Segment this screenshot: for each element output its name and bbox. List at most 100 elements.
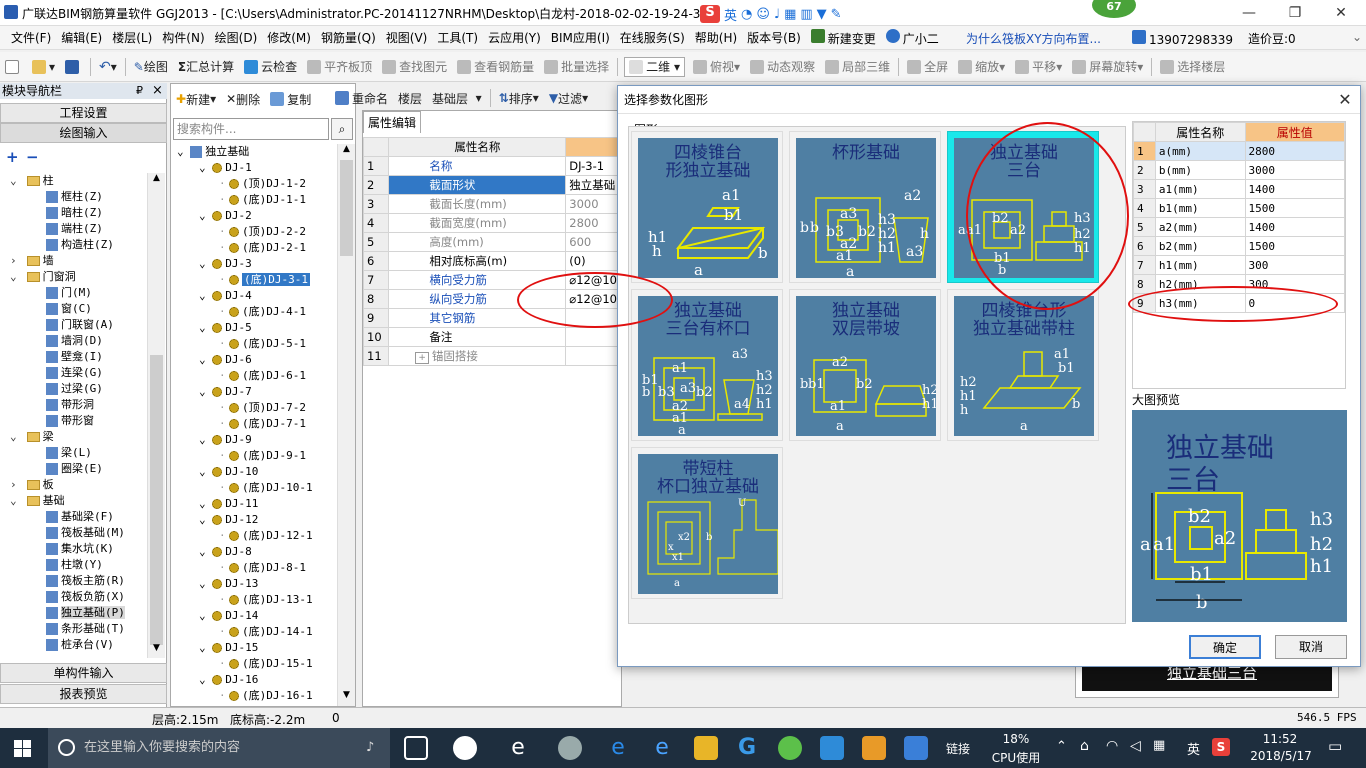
nav-item[interactable]: 带形洞 [46, 397, 94, 413]
select-floor-button[interactable]: 选择楼层 [1155, 58, 1230, 75]
shirt-icon[interactable]: ▼ [817, 7, 827, 22]
tree-item[interactable]: ⌄ DJ-11 [199, 496, 258, 512]
expand-icon[interactable]: ⌄ [10, 429, 20, 445]
nav-item[interactable]: 窗(C) [46, 301, 92, 317]
shape-option[interactable]: a1 b1 h1 h a b 四棱锥台 形独立基础 [631, 131, 783, 283]
delete-component-button[interactable]: ✕ 删除 [221, 91, 265, 108]
ime-language[interactable]: 英 [724, 5, 737, 24]
clock-time[interactable]: 11:52 [1250, 732, 1310, 746]
attr-value[interactable]: 3000 [1244, 160, 1346, 180]
shape-option[interactable]: Ux2 x x1 a b 带短柱 杯口独立基础 [631, 447, 783, 599]
menu-tools[interactable]: 工具(T) [432, 29, 483, 46]
tree-item[interactable]: · (底)DJ-16-1 [219, 688, 313, 704]
tree-item[interactable]: ⌄ DJ-10 [199, 464, 258, 480]
attr-row[interactable]: 4 b1(mm) 1500 [1133, 198, 1346, 218]
scroll-thumb[interactable] [340, 160, 353, 256]
tree-item[interactable]: ⌄ DJ-16 [199, 672, 258, 688]
nav-item[interactable]: 基础梁(F) [46, 509, 114, 525]
nav-item[interactable]: 条形基础(T) [46, 621, 125, 637]
collapse-icon[interactable]: ⌄ [199, 673, 206, 686]
tree-item[interactable]: ⌄ DJ-12 [199, 512, 258, 528]
nav-item[interactable]: 门联窗(A) [46, 317, 114, 333]
cost-position[interactable]: 造价豆:0 [1248, 30, 1296, 47]
attr-row[interactable]: 1 a(mm) 2800 [1133, 141, 1346, 161]
tree-root[interactable]: ⌄ 独立基础 [177, 144, 249, 160]
view-rebar-button[interactable]: 查看钢筋量 [452, 58, 539, 75]
tree-item[interactable]: · (底)DJ-13-1 [219, 592, 313, 608]
tree-item[interactable]: · (底)DJ-10-1 [219, 480, 313, 496]
sort-button[interactable]: ⇅ 排序 ▾ [494, 90, 544, 107]
ie-icon[interactable]: e [506, 736, 530, 760]
scroll-thumb[interactable] [150, 355, 163, 645]
nav-folder[interactable]: ⌄ 基础 [10, 493, 65, 509]
tree-item[interactable]: · (顶)DJ-1-2 [219, 176, 306, 192]
nav-item[interactable]: 带形窗 [46, 413, 94, 429]
nav-report-preview[interactable]: 报表预览 [0, 684, 167, 704]
pinwheel-app-icon[interactable] [453, 736, 477, 760]
copy-component-button[interactable]: 复制 [265, 91, 316, 108]
property-value[interactable]: 2800 [565, 213, 621, 233]
tree-item[interactable]: · (底)DJ-14-1 [219, 624, 313, 640]
tree-item[interactable]: · (底)DJ-2-1 [219, 240, 306, 256]
local-3d-button[interactable]: 局部三维 [820, 58, 895, 75]
rotate-button[interactable]: 屏幕旋转 ▾ [1067, 58, 1148, 75]
ie2-icon[interactable]: e [650, 736, 674, 760]
glodon-app-icon[interactable] [820, 736, 844, 760]
collapse-icon[interactable]: ⌄ [199, 609, 206, 622]
collapse-icon[interactable]: ⌄ [199, 289, 206, 302]
nav-item[interactable]: 墙洞(D) [46, 333, 103, 349]
mic-icon[interactable]: ♪ [366, 728, 374, 768]
batch-select-button[interactable]: 批量选择 [539, 58, 614, 75]
collapse-icon[interactable]: ⌄ [199, 545, 206, 558]
nav-item[interactable]: 连梁(G) [46, 365, 103, 381]
collapse-icon[interactable]: ⌄ [199, 465, 206, 478]
overlook-button[interactable]: 俯视 ▾ [688, 58, 745, 75]
scroll-down-icon[interactable]: ▼ [339, 690, 354, 704]
view-mode-select[interactable]: 二维 ▾ [624, 56, 686, 77]
open-button[interactable]: ▾ [27, 59, 60, 74]
menu-edit[interactable]: 编辑(E) [56, 29, 107, 46]
collapse-icon[interactable]: ⌄ [199, 433, 206, 446]
nav-item[interactable]: 门(M) [46, 285, 92, 301]
windows-start-icon[interactable] [14, 740, 31, 757]
nav-folder[interactable]: › 板 [10, 477, 54, 493]
nav-item[interactable]: 梁(L) [46, 445, 92, 461]
cancel-button[interactable]: 取消 [1275, 635, 1347, 659]
find-element-button[interactable]: 查找图元 [377, 58, 452, 75]
attr-value[interactable]: 1400 [1244, 179, 1346, 199]
tree-item[interactable]: · (顶)DJ-7-2 [219, 400, 306, 416]
edge-icon[interactable]: e [606, 736, 630, 760]
nav-item[interactable]: 筏板基础(M) [46, 525, 125, 541]
search-icon[interactable]: ⌕ [331, 118, 353, 140]
sogou-tray-icon[interactable]: S [1212, 738, 1230, 756]
nav-draw-input[interactable]: 绘图输入 [0, 123, 167, 143]
wrench-icon[interactable]: ✎ [831, 7, 842, 22]
maximize-button[interactable]: ❐ [1272, 0, 1318, 26]
collapse-icon[interactable]: ⌄ [199, 513, 206, 526]
property-value[interactable] [565, 346, 621, 366]
nav-item[interactable]: 独立基础(P) [46, 605, 125, 621]
shape-option[interactable]: a1 b1 h2 h1 h a b 四棱锥台形 独立基础带柱 [947, 289, 1099, 441]
fullscreen-button[interactable]: 全屏 [902, 58, 953, 75]
scroll-down-icon[interactable]: ▼ [149, 643, 164, 657]
tree-item[interactable]: ⌄ DJ-14 [199, 608, 258, 624]
property-row[interactable]: 10 备注 [362, 327, 621, 347]
attr-row[interactable]: 5 a2(mm) 1400 [1133, 217, 1346, 237]
speed-app-icon[interactable] [558, 736, 582, 760]
tree-item[interactable]: · (底)DJ-15-1 [219, 656, 313, 672]
taskbar-link-label[interactable]: 链接 [946, 740, 970, 757]
menu-component[interactable]: 构件(N) [157, 29, 209, 46]
attr-value[interactable]: 1500 [1244, 198, 1346, 218]
property-value[interactable]: (0) [565, 251, 621, 271]
shape-option[interactable]: b b a3 b3 b2 a2 a1 a a2 h3 h2 h1 h a3 杯形基础 [789, 131, 941, 283]
pan-button[interactable]: 平移 ▾ [1010, 58, 1067, 75]
menu-online[interactable]: 在线服务(S) [615, 29, 690, 46]
wifi-icon[interactable]: ◠ [1106, 738, 1118, 754]
moon-icon[interactable]: ◔ [741, 7, 752, 22]
expand-icon[interactable]: › [10, 253, 20, 269]
network-icon[interactable]: ⌂ [1080, 738, 1089, 754]
keyboard-icon[interactable]: ▦ [1153, 738, 1165, 753]
menu-cloud[interactable]: 云应用(Y) [483, 29, 546, 46]
nav-folder[interactable]: › 墙 [10, 253, 54, 269]
tree-item[interactable]: · (底)DJ-9-1 [219, 448, 306, 464]
